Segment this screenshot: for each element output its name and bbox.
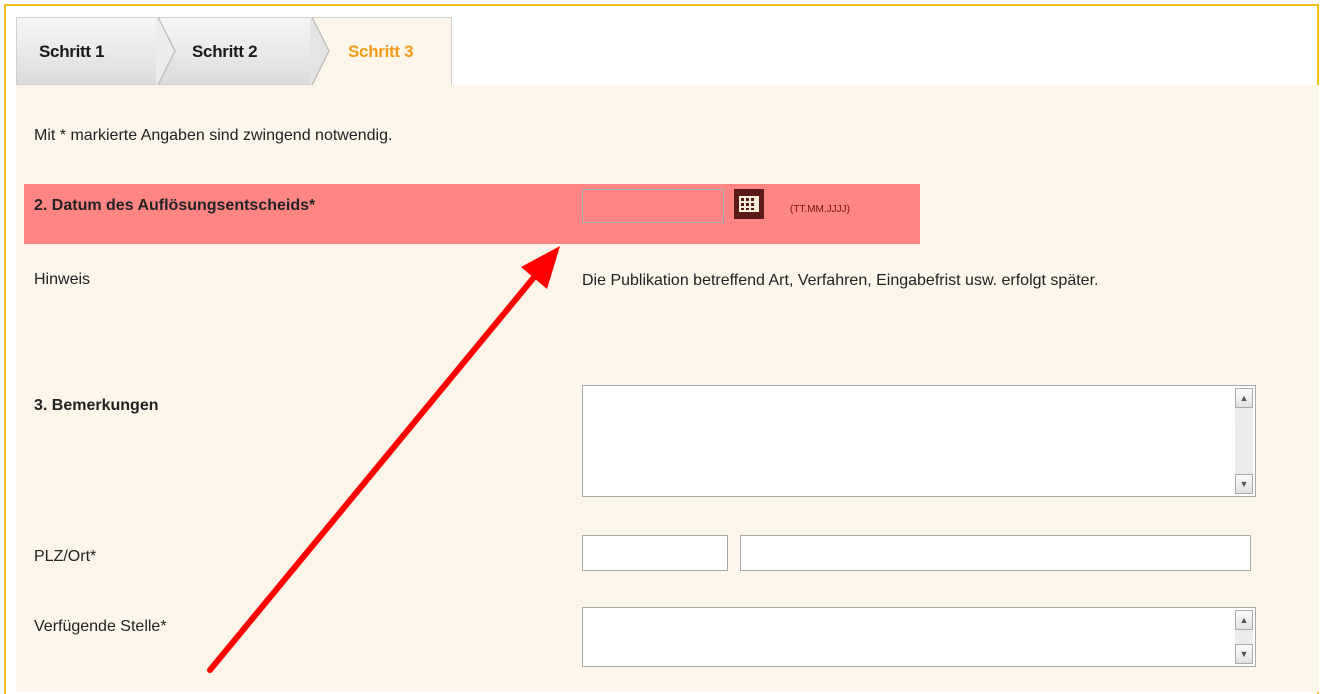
scroll-up-arrow[interactable]: ▲	[1235, 610, 1253, 630]
calendar-icon[interactable]	[734, 189, 764, 219]
scroll-up-arrow[interactable]: ▲	[1235, 388, 1253, 408]
plz-input[interactable]	[582, 535, 728, 571]
remarks-scrollbar[interactable]: ▲ ▼	[1235, 388, 1253, 494]
date-field-label: 2. Datum des Auflösungsentscheids*	[34, 197, 316, 214]
date-format-hint: (TT.MM.JJJJ)	[790, 204, 850, 215]
step-tab-label: Schritt 1	[39, 42, 105, 61]
scroll-down-arrow[interactable]: ▼	[1235, 474, 1253, 494]
hint-text: Die Publikation betreffend Art, Verfahre…	[582, 272, 1099, 289]
plz-ort-label: PLZ/Ort*	[34, 548, 97, 565]
verfuegende-stelle-scrollbar[interactable]: ▲ ▼	[1235, 610, 1253, 664]
step-tab-1[interactable]: Schritt 1	[16, 17, 176, 85]
ort-input[interactable]	[740, 535, 1251, 571]
step-separator-chevron	[310, 17, 330, 85]
remarks-label: 3. Bemerkungen	[34, 397, 159, 414]
verfuegende-stelle-label: Verfügende Stelle*	[34, 618, 167, 635]
form-panel: Mit * markierte Angaben sind zwingend no…	[16, 85, 1319, 692]
hint-label: Hinweis	[34, 271, 91, 288]
step-navigation: Schritt 1 Schritt 2 Schritt 3	[16, 17, 1319, 85]
step-tab-label: Schritt 3	[348, 42, 414, 61]
step-tab-2[interactable]: Schritt 2	[158, 17, 326, 85]
step-separator-chevron	[156, 17, 176, 85]
decision-date-input[interactable]	[582, 189, 724, 223]
required-fields-note: Mit * markierte Angaben sind zwingend no…	[34, 127, 393, 144]
step-tab-3[interactable]: Schritt 3	[312, 17, 452, 85]
scroll-down-arrow[interactable]: ▼	[1235, 644, 1253, 664]
remarks-textarea[interactable]: ▲ ▼	[582, 385, 1256, 497]
verfuegende-stelle-textarea[interactable]: ▲ ▼	[582, 607, 1256, 667]
step-tab-label: Schritt 2	[192, 42, 258, 61]
